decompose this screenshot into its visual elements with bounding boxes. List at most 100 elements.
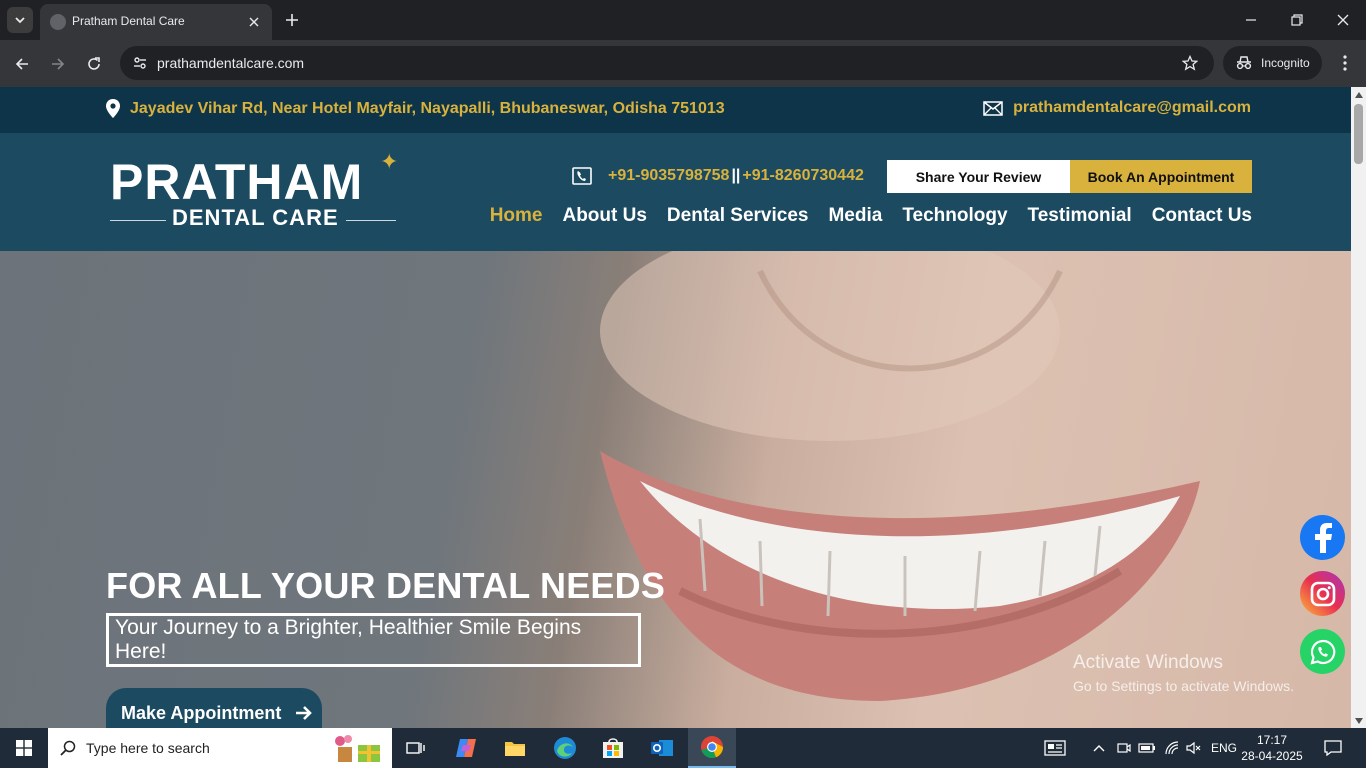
chevron-up-icon — [1093, 745, 1105, 752]
taskbar-search[interactable]: Type here to search — [48, 728, 392, 768]
nav-media[interactable]: Media — [828, 205, 882, 227]
hero-subtitle-box: Your Journey to a Brighter, Healthier Sm… — [106, 613, 641, 667]
make-appointment-label: Make Appointment — [121, 702, 282, 723]
news-widget-button[interactable] — [1040, 728, 1070, 768]
task-view-button[interactable] — [392, 728, 440, 768]
map-pin-icon — [106, 99, 120, 118]
tune-icon — [134, 57, 146, 69]
nav-testimonial[interactable]: Testimonial — [1028, 205, 1132, 227]
activate-windows-watermark: Activate Windows Go to Settings to activ… — [1073, 652, 1294, 694]
nav-home[interactable]: Home — [490, 205, 543, 227]
caret-up-icon — [1354, 91, 1363, 98]
share-review-button[interactable]: Share Your Review — [887, 160, 1070, 193]
sparkle-icon: ✦ — [380, 149, 399, 174]
tab-title: Pratham Dental Care — [72, 14, 185, 28]
edge-button[interactable] — [541, 728, 589, 768]
logo-rule-right — [346, 220, 396, 221]
battery-button[interactable] — [1137, 728, 1157, 768]
hero-subtitle: Your Journey to a Brighter, Healthier Sm… — [115, 616, 582, 663]
address-bar[interactable]: prathamdentalcare.com — [120, 46, 1214, 80]
logo-rule-left — [110, 220, 166, 221]
speaker-muted-icon — [1186, 741, 1201, 755]
new-tab-button[interactable] — [280, 8, 304, 32]
bookmark-button[interactable] — [1180, 53, 1200, 73]
url-text[interactable]: prathamdentalcare.com — [157, 55, 304, 71]
more-vert-icon — [1343, 55, 1347, 71]
outlook-icon — [651, 740, 673, 756]
nav-dental-services[interactable]: Dental Services — [667, 205, 809, 227]
file-explorer-button[interactable] — [491, 728, 539, 768]
outlook-button[interactable] — [638, 728, 686, 768]
incognito-chip[interactable]: Incognito — [1223, 46, 1322, 80]
watermark-line-1: Activate Windows — [1073, 652, 1223, 673]
restore-button[interactable] — [1274, 0, 1320, 40]
tab-close-button[interactable] — [244, 12, 264, 32]
close-window-button[interactable] — [1320, 0, 1366, 40]
email-link[interactable]: prathamdentalcare@gmail.com — [1013, 99, 1251, 117]
scroll-down-button[interactable] — [1351, 713, 1366, 728]
minimize-button[interactable] — [1228, 0, 1274, 40]
book-appointment-button[interactable]: Book An Appointment — [1070, 160, 1252, 193]
gift-flowers-icon — [335, 735, 380, 762]
scroll-up-button[interactable] — [1351, 87, 1366, 102]
tab-search-button[interactable] — [7, 7, 33, 33]
browser-tab[interactable]: Pratham Dental Care — [40, 4, 272, 40]
address-info: Jayadev Vihar Rd, Near Hotel Mayfair, Na… — [106, 99, 725, 118]
browser-menu-button[interactable] — [1333, 51, 1357, 75]
language-button[interactable]: ENG — [1207, 728, 1241, 768]
scrollbar-thumb[interactable] — [1354, 104, 1363, 164]
store-icon — [603, 738, 623, 758]
chrome-icon — [701, 736, 724, 759]
clock-time: 17:17 — [1256, 733, 1288, 747]
instagram-button[interactable] — [1300, 571, 1345, 616]
whatsapp-button[interactable] — [1300, 629, 1345, 674]
arrow-left-icon — [15, 58, 28, 70]
page-scrollbar[interactable] — [1351, 87, 1366, 728]
site-logo[interactable]: PRATHAM ✦ DENTAL CARE — [110, 149, 400, 235]
browser-tabstrip: Pratham Dental Care — [0, 0, 1366, 40]
nav-contact-us[interactable]: Contact Us — [1152, 205, 1252, 227]
nav-about-us[interactable]: About Us — [562, 205, 646, 227]
news-icon — [1044, 740, 1066, 756]
site-info-button[interactable] — [128, 51, 152, 75]
forward-button[interactable] — [45, 51, 71, 77]
task-view-icon — [406, 742, 425, 754]
store-button[interactable] — [589, 728, 637, 768]
facebook-button[interactable] — [1300, 515, 1345, 560]
system-clock[interactable]: 17:17 28-04-2025 — [1240, 732, 1304, 764]
logo-wordmark-top: PRATHAM — [110, 154, 364, 210]
nav-technology[interactable]: Technology — [902, 205, 1007, 227]
volume-button[interactable] — [1184, 728, 1204, 768]
copilot-icon — [456, 739, 476, 757]
windows-taskbar: Type here to search ENG 17:17 28-04-2025 — [0, 728, 1366, 768]
logo-wordmark-bottom: DENTAL CARE — [172, 205, 339, 230]
globe-icon — [50, 14, 66, 30]
reload-button[interactable] — [81, 51, 107, 77]
wifi-icon — [1165, 741, 1179, 755]
copilot-button[interactable] — [442, 728, 490, 768]
minimize-icon — [1246, 19, 1256, 21]
watermark-line-2: Go to Settings to activate Windows. — [1073, 678, 1294, 694]
facebook-icon — [1314, 522, 1332, 553]
phone-2-link[interactable]: +91-8260730442 — [742, 167, 863, 184]
email-info[interactable]: prathamdentalcare@gmail.com — [983, 99, 1251, 117]
start-button[interactable] — [0, 728, 48, 768]
network-button[interactable] — [1161, 728, 1183, 768]
back-button[interactable] — [9, 51, 35, 77]
meet-now-button[interactable] — [1113, 728, 1133, 768]
plus-icon — [286, 14, 298, 26]
envelope-icon — [983, 101, 1003, 116]
chrome-button[interactable] — [688, 728, 736, 768]
main-nav: Home About Us Dental Services Media Tech… — [490, 205, 1252, 227]
reload-icon — [88, 57, 100, 70]
whatsapp-icon — [1309, 639, 1335, 665]
tray-overflow-button[interactable] — [1090, 728, 1108, 768]
notifications-button[interactable] — [1318, 728, 1348, 768]
arrow-right-icon — [52, 58, 65, 70]
phone-1-link[interactable]: +91-9035798758 — [608, 167, 729, 184]
restore-icon — [1291, 14, 1303, 26]
browser-toolbar: prathamdentalcare.com Incognito — [0, 40, 1366, 87]
make-appointment-button[interactable]: Make Appointment — [106, 688, 322, 728]
star-icon — [1182, 55, 1198, 71]
page-viewport: Jayadev Vihar Rd, Near Hotel Mayfair, Na… — [0, 87, 1366, 728]
